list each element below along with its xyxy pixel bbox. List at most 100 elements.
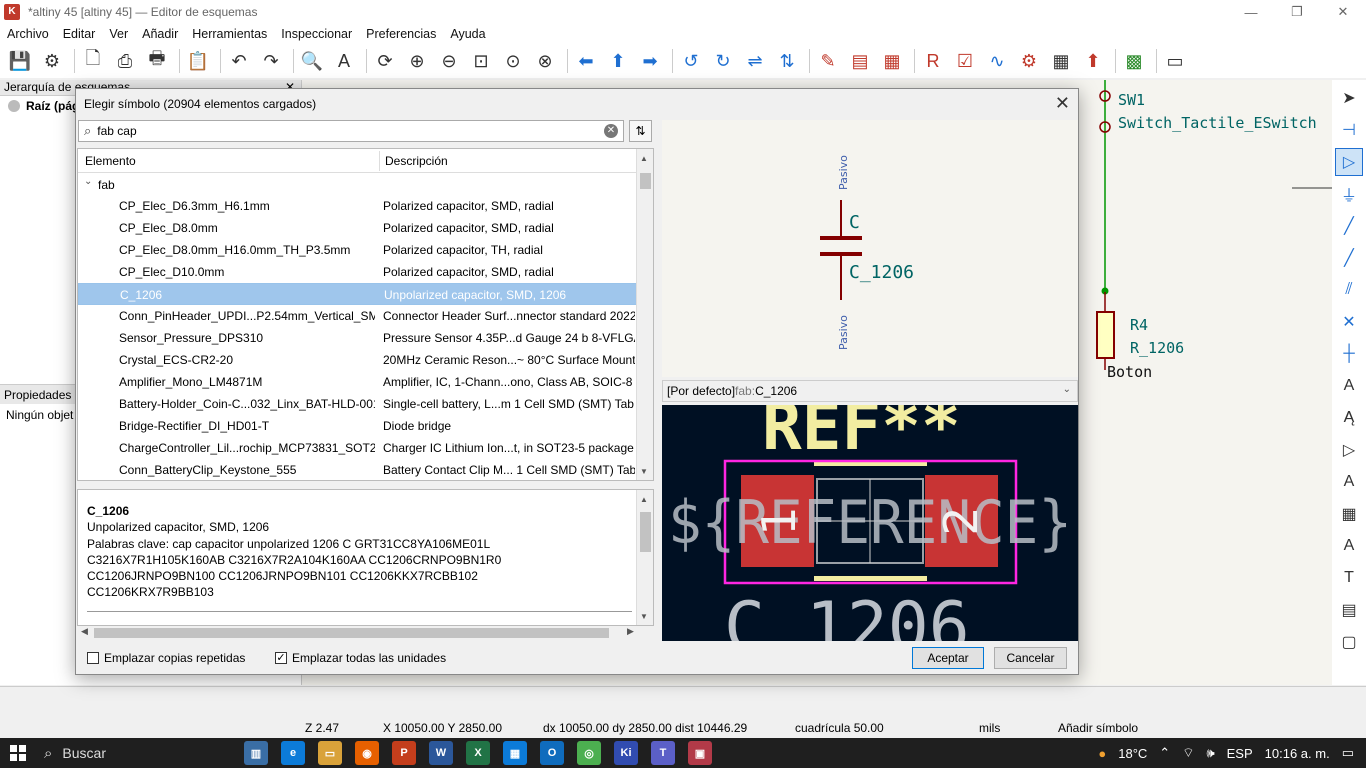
tray-expand-icon[interactable]: ⌃	[1159, 745, 1170, 761]
sort-options-button[interactable]: ⇅	[629, 120, 652, 142]
tree-scrollbar[interactable]: ▲ ▼	[636, 149, 653, 480]
scroll-thumb[interactable]	[640, 173, 651, 189]
symbol-row[interactable]: CP_Elec_D8.0mm Polarized capacitor, SMD, …	[78, 217, 653, 239]
erc-icon[interactable]: ☑	[951, 47, 979, 75]
add-power-icon[interactable]: ⏚	[1335, 180, 1363, 208]
chevron-down-icon[interactable]: ⌄	[1063, 384, 1071, 395]
zoom-selection-icon[interactable]: ⊗	[531, 47, 559, 75]
add-text-icon[interactable]: T	[1335, 564, 1363, 592]
pcb-calculator-icon[interactable]: ▣	[688, 741, 712, 765]
pcb-editor-icon[interactable]: ▩	[1120, 47, 1148, 75]
scroll-right-icon[interactable]: ▶	[627, 626, 634, 637]
library-group-fab[interactable]: ⌄ fab	[78, 173, 653, 195]
add-rectangle-icon[interactable]: ▢	[1335, 628, 1363, 656]
symbol-row[interactable]: CP_Elec_D10.0mm Polarized capacitor, SMD,…	[78, 261, 653, 283]
add-junction-icon[interactable]: ┼	[1335, 340, 1363, 368]
undo-icon[interactable]: ↶	[225, 47, 253, 75]
menu-anadir[interactable]: Añadir	[135, 27, 185, 41]
symbol-tree[interactable]: Elemento Descripción ⌄ fab CP_Elec_D6.3m…	[77, 148, 654, 481]
symbol-search-input[interactable]	[97, 124, 578, 138]
symbol-row[interactable]: Conn_PinHeader_UPDI...P2.54mm_Vertical_S…	[78, 305, 653, 327]
add-label-icon[interactable]: A	[1335, 372, 1363, 400]
powerpoint-icon[interactable]: P	[392, 741, 416, 765]
no-connect-icon[interactable]: ✕	[1335, 308, 1363, 336]
symbol-browser-icon[interactable]: ▤	[846, 47, 874, 75]
bom-generate-icon[interactable]: ⬆	[1079, 47, 1107, 75]
checkbox-repeat-copies[interactable]: Emplazar copias repetidas	[87, 651, 245, 665]
details-horizontal-scrollbar[interactable]: ◀ ▶	[77, 626, 637, 640]
checkmark-icon[interactable]: ✓	[275, 652, 287, 664]
column-header-element[interactable]: Elemento	[85, 154, 136, 168]
menu-preferencias[interactable]: Preferencias	[359, 27, 443, 41]
bom-table-icon[interactable]: ▦	[1047, 47, 1075, 75]
symbol-row[interactable]: Conn_BatteryClip_Keystone_555 Battery Con…	[78, 459, 653, 480]
import-sheet-pin-icon[interactable]: A	[1335, 532, 1363, 560]
taskbar-search[interactable]: ⌕ Buscar	[44, 738, 234, 768]
scroll-up-icon[interactable]: ▲	[640, 495, 648, 504]
details-scrollbar[interactable]: ▲ ▼	[636, 490, 653, 625]
add-wire-icon[interactable]: ╱	[1335, 212, 1363, 240]
scroll-thumb[interactable]	[94, 628, 609, 638]
clock-text[interactable]: 10:16 a. m.	[1265, 746, 1330, 761]
checkbox-box[interactable]	[87, 652, 99, 664]
zoom-out-icon[interactable]: ⊖	[435, 47, 463, 75]
find-replace-icon[interactable]: A	[330, 47, 358, 75]
mirror-vertical-icon[interactable]: ⇌	[741, 47, 769, 75]
annotate-icon[interactable]: R	[919, 47, 947, 75]
add-symbol-icon[interactable]: ▷	[1335, 148, 1363, 176]
chevron-down-icon[interactable]: ⌄	[84, 176, 92, 187]
column-divider[interactable]	[379, 151, 380, 171]
add-hierarchical-label-icon[interactable]: A	[1335, 468, 1363, 496]
print-icon[interactable]: ⎙	[111, 47, 139, 75]
navigate-forward-icon[interactable]: ➡	[636, 47, 664, 75]
scroll-down-icon[interactable]: ▼	[640, 467, 648, 476]
symbol-editor-icon[interactable]: ✎	[814, 47, 842, 75]
rotate-ccw-icon[interactable]: ↺	[677, 47, 705, 75]
column-header-description[interactable]: Descripción	[385, 154, 448, 168]
menu-archivo[interactable]: Archivo	[0, 27, 56, 41]
save-icon[interactable]: 💾	[6, 47, 34, 75]
clear-search-icon[interactable]: ✕	[604, 124, 618, 138]
excel-icon[interactable]: X	[466, 741, 490, 765]
restore-button[interactable]: ❐	[1274, 0, 1320, 24]
scroll-up-icon[interactable]: ▲	[640, 154, 648, 163]
add-net-class-icon[interactable]: Ą	[1335, 404, 1363, 432]
find-icon[interactable]: 🔍	[298, 47, 326, 75]
dialog-close-icon[interactable]: ✕	[1055, 93, 1070, 114]
footprint-assign-icon[interactable]: ▦	[878, 47, 906, 75]
menu-editar[interactable]: Editar	[56, 27, 103, 41]
symbol-row-selected[interactable]: C_1206 Unpolarized capacitor, SMD, 1206	[78, 283, 653, 305]
symbol-row[interactable]: Amplifier_Mono_LM4871M Amplifier, IC, 1-C…	[78, 371, 653, 393]
scripting-console-icon[interactable]: ▭	[1161, 47, 1189, 75]
assign-footprints-icon[interactable]: ⚙	[1015, 47, 1043, 75]
file-explorer-icon[interactable]: ▭	[318, 741, 342, 765]
accept-button[interactable]: Aceptar	[912, 647, 984, 669]
symbol-row[interactable]: Crystal_ECS-CR2-20 20MHz Ceramic Reson...…	[78, 349, 653, 371]
symbol-row[interactable]: CP_Elec_D8.0mm_H16.0mm_TH_P3.5mm Polarize…	[78, 239, 653, 261]
bus-entry-icon[interactable]: ⫽	[1335, 276, 1363, 304]
zoom-fit-icon[interactable]: ⊡	[467, 47, 495, 75]
cancel-button[interactable]: Cancelar	[994, 647, 1067, 669]
scroll-left-icon[interactable]: ◀	[81, 626, 88, 637]
add-textbox-icon[interactable]: ▤	[1335, 596, 1363, 624]
add-global-label-icon[interactable]: ▷	[1335, 436, 1363, 464]
navigate-up-icon[interactable]: ⬆	[604, 47, 632, 75]
language-indicator[interactable]: ESP	[1227, 746, 1253, 761]
mirror-horizontal-icon[interactable]: ⇅	[773, 47, 801, 75]
symbol-row[interactable]: Bridge-Rectifier_DI_HD01-T Diode bridge	[78, 415, 653, 437]
add-sheet-icon[interactable]: ▦	[1335, 500, 1363, 528]
symbol-row[interactable]: CP_Elec_D6.3mm_H6.1mm Polarized capacitor…	[78, 195, 653, 217]
close-window-button[interactable]: ✕	[1320, 0, 1366, 24]
firefox-icon[interactable]: ◉	[355, 741, 379, 765]
scroll-down-icon[interactable]: ▼	[640, 612, 648, 621]
network-icon[interactable]: ⌔	[1182, 745, 1194, 761]
volume-icon[interactable]: 🕪	[1206, 745, 1214, 761]
select-cursor-icon[interactable]: ➤	[1335, 84, 1363, 112]
menu-herramientas[interactable]: Herramientas	[185, 27, 274, 41]
schematic-setup-icon[interactable]: ⚙	[38, 47, 66, 75]
minimize-button[interactable]: —	[1228, 0, 1274, 24]
zoom-in-icon[interactable]: ⊕	[403, 47, 431, 75]
resistor-body[interactable]	[1096, 311, 1115, 359]
menu-inspeccionar[interactable]: Inspeccionar	[274, 27, 359, 41]
kicad-taskbar-icon[interactable]: Ki	[614, 741, 638, 765]
